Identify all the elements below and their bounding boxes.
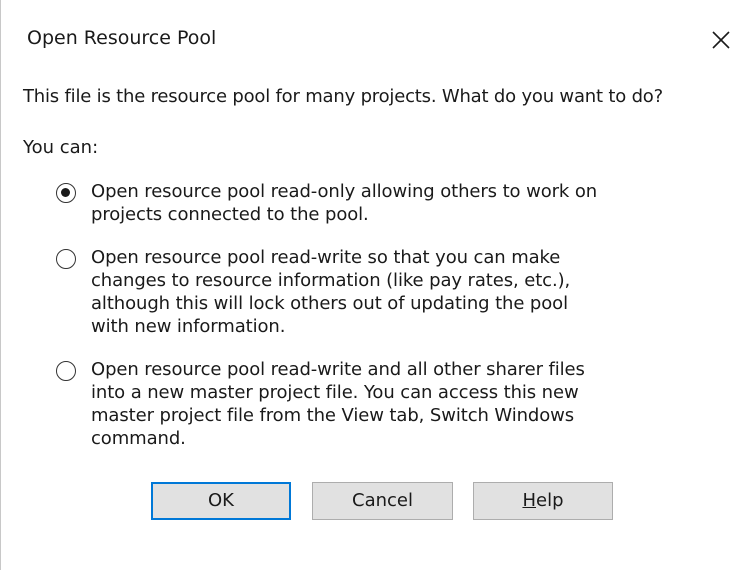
help-label-rest: elp <box>536 490 564 511</box>
option-text-line: projects connected to the pool. <box>91 204 369 225</box>
cancel-button[interactable]: Cancel <box>312 482 453 520</box>
dialog-title: Open Resource Pool <box>27 27 217 49</box>
option-text-line: into a new master project file. You can … <box>91 382 579 403</box>
option-text-line: changes to resource information (like pa… <box>91 270 571 291</box>
title-bar: Open Resource Pool <box>1 0 743 80</box>
option-text-line: master project file from the View tab, S… <box>91 405 575 426</box>
option-text-line: Open resource pool read-write and all ot… <box>91 359 585 380</box>
close-button[interactable] <box>701 18 741 58</box>
prompt-text: This file is the resource pool for many … <box>23 86 663 107</box>
option-text-line: Open resource pool read-write so that yo… <box>91 247 561 268</box>
help-button[interactable]: Help <box>473 482 613 520</box>
open-resource-pool-dialog: Open Resource Pool This file is the reso… <box>0 0 743 570</box>
option-text-line: Open resource pool read-only allowing ot… <box>91 181 598 202</box>
help-mnemonic: H <box>522 490 537 511</box>
option-text-line: with new information. <box>91 316 286 337</box>
radio-read-only[interactable] <box>56 183 76 203</box>
option-text-line: although this will lock others out of up… <box>91 293 568 314</box>
close-icon <box>712 31 730 49</box>
option-read-only-label: Open resource pool read-only allowing ot… <box>91 180 691 226</box>
radio-read-write[interactable] <box>56 249 76 269</box>
ok-button[interactable]: OK <box>151 482 291 520</box>
radio-read-write-master[interactable] <box>56 361 76 381</box>
you-can-label: You can: <box>23 137 99 158</box>
option-read-write-label: Open resource pool read-write so that yo… <box>91 246 691 338</box>
option-read-write-master-label: Open resource pool read-write and all ot… <box>91 358 691 450</box>
option-text-line: command. <box>91 428 186 449</box>
